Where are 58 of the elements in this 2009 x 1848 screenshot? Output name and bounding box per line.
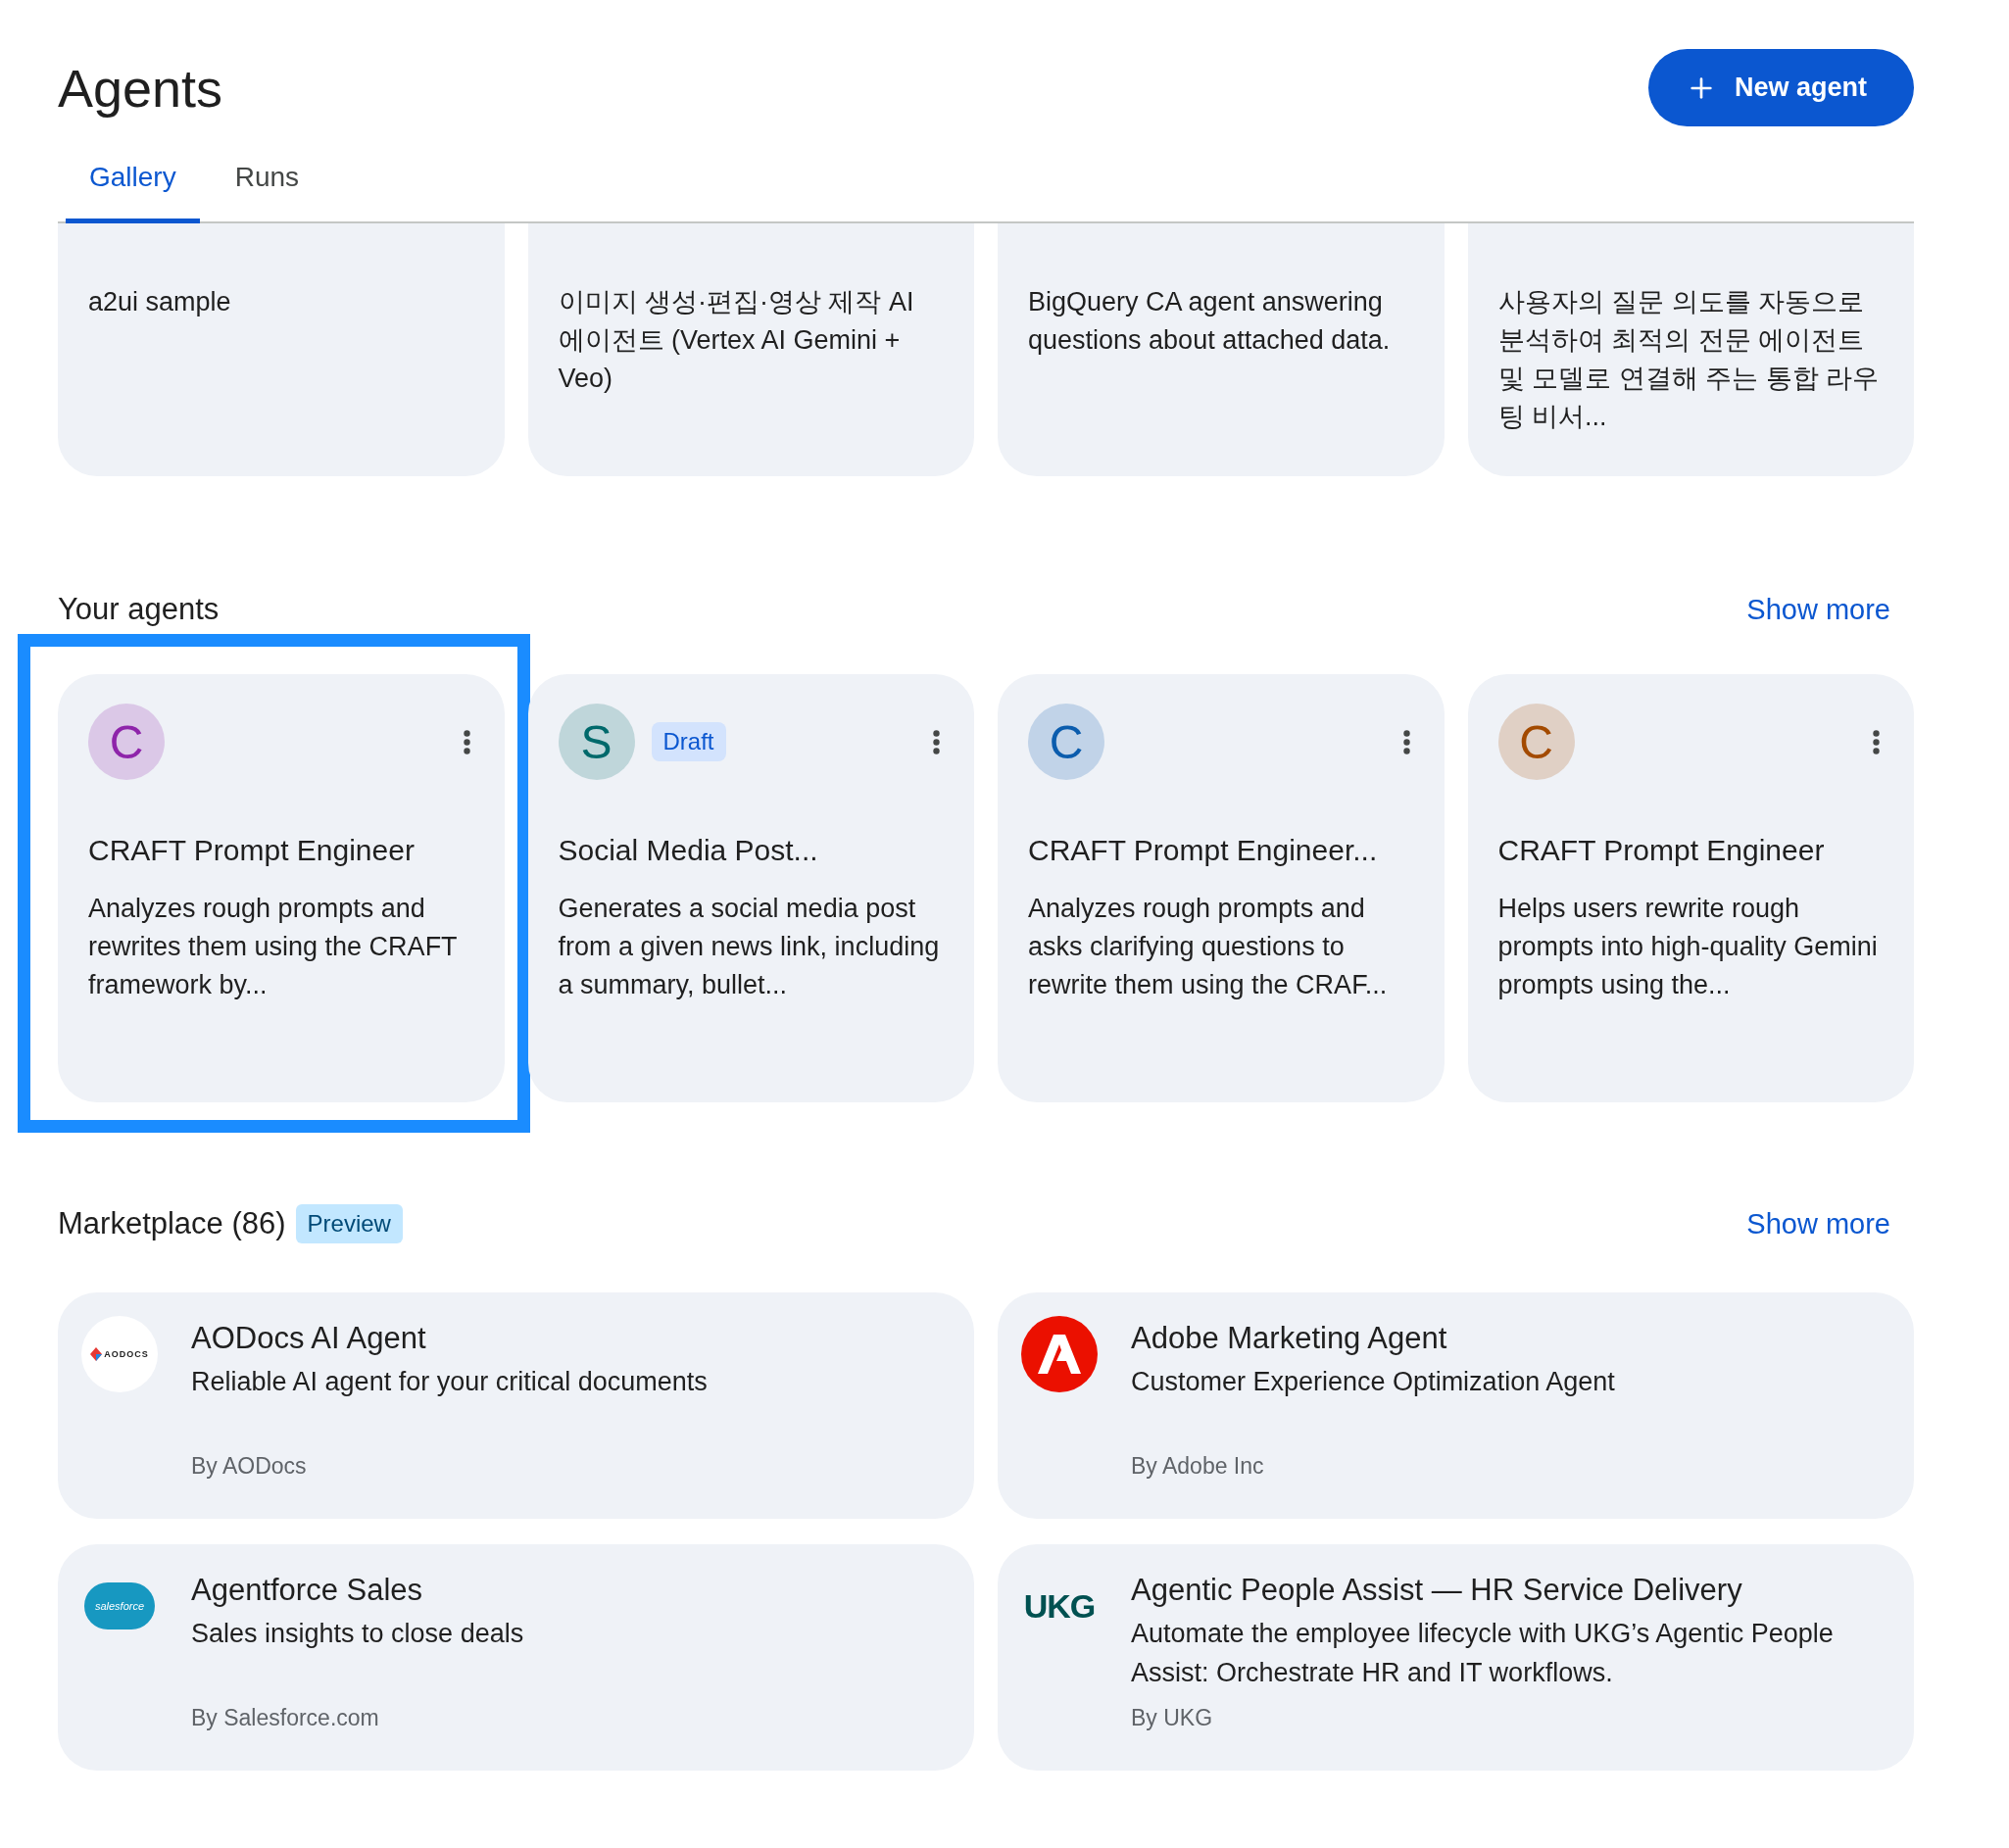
publisher-text: By UKG bbox=[1131, 1705, 1214, 1731]
marketplace-card[interactable]: AODOCS AODocs AI Agent Reliable AI agent for your critical documents By AODocs bbox=[58, 1292, 974, 1519]
card-description: 이미지 생성·편집·영상 제작 AI 에이전트 (Vertex AI Gemini + Veo) bbox=[558, 286, 915, 395]
more-icon bbox=[1402, 729, 1410, 754]
agent-card[interactable]: BigQuery CA agent answering questions about attached data. bbox=[998, 223, 1445, 476]
card-title: CRAFT Prompt Engineer bbox=[88, 833, 416, 868]
card-title: Social Media Post... bbox=[558, 833, 819, 868]
card-description: BigQuery CA agent answering questions about attached data. bbox=[1028, 286, 1392, 357]
agent-card[interactable]: S Draft Social Media Post... Generates a social media post from a given news link, including a summary, bullet... bbox=[527, 674, 974, 1102]
card-description: Automate the employee lifecycle with UKG’s Agentic People Assist: Orchestrate HR and IT workflows. bbox=[1131, 1618, 1835, 1689]
agent-card[interactable]: C CRAFT Prompt Engineer Helps users rewrite rough prompts into high-quality Gemini prompts using the... bbox=[1467, 674, 1914, 1102]
card-description: Analyzes rough prompts and rewrites them using the CRAFT framework by... bbox=[88, 893, 459, 1001]
show-more-link[interactable]: Show more bbox=[1746, 593, 1890, 626]
agent-card[interactable]: a2ui sample bbox=[58, 223, 505, 476]
card-title: Adobe Marketing Agent bbox=[1131, 1321, 1448, 1356]
agent-card[interactable]: 이미지 생성·편집·영상 제작 AI 에이전트 (Vertex AI Gemini + Veo) bbox=[527, 223, 974, 476]
marketplace-card[interactable]: Adobe Marketing Agent Customer Experience Optimization Agent By Adobe Inc bbox=[998, 1292, 1914, 1519]
page-title: Agents bbox=[58, 57, 223, 119]
card-title: Agentforce Sales bbox=[191, 1573, 424, 1608]
avatar: C bbox=[1028, 704, 1104, 780]
card-description: Generates a social media post from a given news link, including a summary, bullet... bbox=[558, 893, 941, 1001]
card-title: AODocs AI Agent bbox=[191, 1321, 427, 1356]
logo-text: AODOCS bbox=[104, 1349, 149, 1359]
section-title: Marketplace (86) bbox=[58, 1206, 286, 1241]
agent-card[interactable]: 사용자의 질문 의도를 자동으로 분석하여 최적의 전문 에이전트 및 모델로 연결해 주는 통합 라우팅 비서... bbox=[1467, 223, 1914, 476]
card-description: Customer Experience Optimization Agent bbox=[1131, 1366, 1615, 1398]
diamond-icon bbox=[90, 1347, 103, 1361]
card-title: Agentic People Assist — HR Service Delivery bbox=[1131, 1573, 1743, 1608]
card-description: Sales insights to close deals bbox=[191, 1618, 524, 1650]
agent-card[interactable]: C CRAFT Prompt Engineer... Analyzes rough prompts and asks clarifying questions to rewrite them using the CRAF... bbox=[998, 674, 1445, 1102]
card-description: Analyzes rough prompts and asks clarifying questions to rewrite them using the CRAF... bbox=[1028, 893, 1389, 1001]
card-description: Reliable AI agent for your critical documents bbox=[191, 1366, 708, 1398]
more-icon bbox=[463, 729, 470, 754]
avatar: C bbox=[88, 704, 165, 780]
more-icon bbox=[1873, 729, 1880, 754]
publisher-text: By AODocs bbox=[191, 1453, 308, 1480]
logo-text: UKG bbox=[1023, 1586, 1096, 1626]
letter-a-icon bbox=[1038, 1335, 1081, 1374]
card-description: 사용자의 질문 의도를 자동으로 분석하여 최적의 전문 에이전트 및 모델로 연결해 주는 통합 라우팅 비서... bbox=[1497, 286, 1880, 433]
preview-badge: Preview bbox=[295, 1204, 403, 1243]
marketplace-card[interactable]: salesforce Agentforce Sales Sales insights to close deals By Salesforce.com bbox=[58, 1544, 974, 1771]
new-agent-button[interactable]: New agent bbox=[1647, 49, 1914, 126]
tab[interactable]: Runs bbox=[211, 134, 323, 223]
card-description: Helps users rewrite rough prompts into high-quality Gemini prompts using the... bbox=[1497, 893, 1879, 1001]
section-title: Your agents bbox=[58, 592, 220, 627]
avatar: C bbox=[1497, 704, 1575, 780]
draft-badge: Draft bbox=[651, 722, 726, 761]
publisher-text: By Adobe Inc bbox=[1131, 1453, 1265, 1480]
publisher-text: By Salesforce.com bbox=[191, 1705, 380, 1731]
cloud-logo-text: salesforce bbox=[84, 1582, 155, 1629]
avatar: S bbox=[558, 704, 635, 780]
card-title: CRAFT Prompt Engineer bbox=[1497, 833, 1826, 868]
show-more-link[interactable]: Show more bbox=[1746, 1207, 1890, 1240]
card-description: a2ui sample bbox=[88, 286, 232, 318]
agent-card[interactable]: C CRAFT Prompt Engineer Analyzes rough prompts and rewrites them using the CRAFT framework by... bbox=[58, 674, 505, 1102]
more-icon bbox=[933, 729, 940, 754]
card-title: CRAFT Prompt Engineer... bbox=[1028, 833, 1379, 868]
marketplace-card[interactable]: UKG Agentic People Assist — HR Service Delivery Automate the employee lifecycle with UKG’s Agentic People Assist: Orchestrate HR and IT workflows. By UKG bbox=[998, 1544, 1914, 1771]
